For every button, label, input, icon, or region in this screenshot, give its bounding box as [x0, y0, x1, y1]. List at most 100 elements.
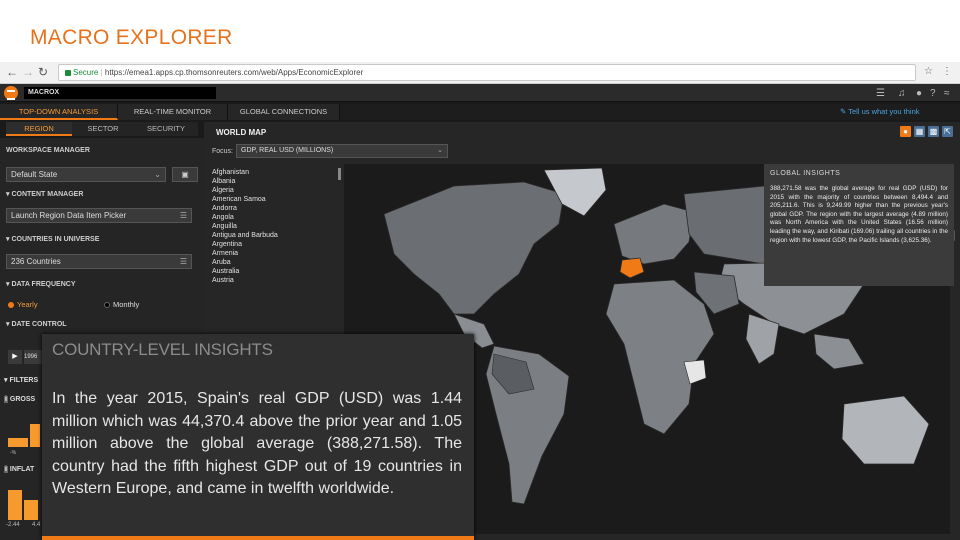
app-search-input[interactable]: MACROX: [24, 87, 216, 99]
workspace-value: Default State: [11, 170, 58, 179]
country-list-item[interactable]: Algeria: [212, 186, 342, 195]
country-insights-text: In the year 2015, Spain's real GDP (USD)…: [52, 390, 462, 498]
menu-dots-icon[interactable]: ⋮: [942, 66, 952, 77]
global-insights-panel: GLOBAL INSIGHTS 388,271.58 was the globa…: [764, 164, 954, 286]
inflation-bar-1: [8, 490, 22, 520]
country-list-item[interactable]: Aruba: [212, 258, 342, 267]
radio-yearly[interactable]: Yearly: [8, 300, 38, 309]
workspace-select[interactable]: Default State ⌄: [6, 167, 166, 182]
country-list-item[interactable]: Argentina: [212, 240, 342, 249]
filters-heading: ▾ FILTERS: [4, 377, 39, 384]
countries-label: COUNTRIES IN UNIVERSE: [11, 236, 100, 243]
country-list[interactable]: Afghanistan Albania Algeria American Samoa A…: [212, 168, 342, 285]
main-nav: TOP-DOWN ANALYSIS REAL-TIME MONITOR GLOB…: [0, 104, 960, 120]
chart-icon[interactable]: ▩: [928, 126, 939, 137]
country-list-item[interactable]: Australia: [212, 267, 342, 276]
secure-label: Secure: [73, 68, 99, 77]
date-control-label: DATE CONTROL: [11, 321, 67, 328]
global-insights-text: 388,271.58 was the global average for re…: [770, 185, 948, 244]
scrollbar[interactable]: [338, 168, 341, 180]
radio-selected-icon: [8, 302, 14, 309]
bell-icon[interactable]: ♫: [898, 88, 906, 99]
country-list-item[interactable]: American Samoa: [212, 195, 342, 204]
tab-real-time-monitor[interactable]: REAL-TIME MONITOR: [118, 104, 228, 120]
radio-monthly[interactable]: Monthly: [104, 300, 139, 309]
table-icon[interactable]: ▦: [914, 126, 925, 137]
countries-value: 236 Countries: [11, 257, 61, 266]
workspace-manager-heading: WORKSPACE MANAGER: [6, 147, 90, 154]
accent-bar: [42, 536, 474, 540]
gross-bar-2: [30, 424, 40, 447]
focus-select[interactable]: GDP, REAL USD (MILLIONS) ⌄: [236, 144, 448, 158]
tab-region[interactable]: REGION: [6, 122, 72, 136]
info-icon: i: [4, 466, 8, 473]
content-manager-heading: ▾ CONTENT MANAGER: [6, 191, 84, 198]
inflation-label: i INFLAT: [4, 466, 34, 473]
frequency-heading: ▾ DATA FREQUENCY: [6, 281, 76, 288]
feedback-link[interactable]: ✎ Tell us what you think: [840, 107, 920, 116]
inflation-tick-1: -2.44: [6, 522, 20, 528]
country-list-item[interactable]: Armenia: [212, 249, 342, 258]
gross-tick: -%: [10, 450, 17, 456]
play-button[interactable]: ▶: [8, 350, 22, 364]
globe-icon[interactable]: ●: [900, 126, 911, 137]
url-text: https://emea1.apps.cp.thomsonreuters.com…: [104, 68, 364, 77]
arrow-right-icon[interactable]: →: [22, 65, 34, 79]
content-manager-value: Launch Region Data Item Picker: [11, 211, 127, 220]
star-icon[interactable]: ☆: [924, 66, 933, 77]
list-icon: ☰: [179, 257, 187, 266]
inflation-tick-2: 4.4: [32, 522, 41, 528]
content-manager-input[interactable]: Launch Region Data Item Picker ☰: [6, 208, 192, 223]
user-icon[interactable]: ●: [916, 88, 922, 99]
sub-nav: REGION SECTOR SECURITY: [0, 122, 204, 136]
reload-icon[interactable]: ↻: [38, 65, 48, 79]
country-insights-title: COUNTRY-LEVEL INSIGHTS: [52, 340, 273, 359]
filters-label: FILTERS: [9, 377, 39, 384]
save-icon[interactable]: ▣: [172, 167, 198, 182]
help-icon[interactable]: ?: [930, 88, 936, 99]
gross-text: GROSS: [9, 396, 36, 403]
expand-icon[interactable]: ⇱: [942, 126, 953, 137]
radio-unselected-icon: [104, 302, 110, 309]
app-menu-icon[interactable]: [4, 86, 18, 100]
inflation-bar-2: [24, 500, 38, 520]
monthly-label: Monthly: [113, 300, 140, 309]
countries-heading: ▾ COUNTRIES IN UNIVERSE: [6, 236, 100, 243]
arrow-left-icon[interactable]: ←: [6, 65, 18, 79]
browser-toolbar: ← → ↻ Secure | https://emea1.apps.cp.tho…: [0, 62, 960, 84]
chevron-down-icon: ⌄: [437, 147, 443, 154]
chevron-down-icon: ⌄: [154, 170, 161, 179]
feedback-label: Tell us what you think: [848, 107, 920, 116]
focus-label: Focus:: [212, 148, 234, 155]
country-list-item[interactable]: Afghanistan: [212, 168, 342, 177]
tab-sector[interactable]: SECTOR: [72, 122, 134, 136]
countries-input[interactable]: 236 Countries ☰: [6, 254, 192, 269]
address-bar[interactable]: Secure | https://emea1.apps.cp.thomsonre…: [58, 64, 916, 81]
list-icon: ☰: [179, 211, 187, 220]
country-list-item[interactable]: Angola: [212, 213, 342, 222]
gross-bar-1: [8, 438, 28, 447]
slide-title: MACRO EXPLORER: [30, 26, 233, 49]
gross-label: i GROSS: [4, 396, 35, 403]
country-list-item[interactable]: Anguilla: [212, 222, 342, 231]
frequency-label: DATA FREQUENCY: [11, 281, 76, 288]
country-list-item[interactable]: Andorra: [212, 204, 342, 213]
country-list-item[interactable]: Antigua and Barbuda: [212, 231, 342, 240]
map-title: WORLD MAP: [216, 128, 267, 137]
country-insights-panel: COUNTRY-LEVEL INSIGHTS In the year 2015,…: [42, 334, 474, 540]
list-icon[interactable]: ☰: [876, 88, 885, 99]
tab-global-connections[interactable]: GLOBAL CONNECTIONS: [228, 104, 340, 120]
focus-value: GDP, REAL USD (MILLIONS): [241, 147, 334, 154]
country-list-item[interactable]: Austria: [212, 276, 342, 285]
inflation-text: INFLAT: [9, 466, 35, 473]
date-field[interactable]: 1996: [24, 350, 42, 364]
tab-security[interactable]: SECURITY: [134, 122, 198, 136]
content-manager-label: CONTENT MANAGER: [11, 191, 84, 198]
global-insights-title: GLOBAL INSIGHTS: [770, 170, 841, 177]
country-list-item[interactable]: Albania: [212, 177, 342, 186]
app-header: MACROX ☰ ♫ ● ? ≈: [0, 84, 960, 102]
info-icon: i: [4, 396, 8, 403]
lock-icon: [65, 69, 71, 76]
tab-top-down-analysis[interactable]: TOP-DOWN ANALYSIS: [0, 104, 118, 120]
wifi-icon: ≈: [944, 88, 950, 99]
